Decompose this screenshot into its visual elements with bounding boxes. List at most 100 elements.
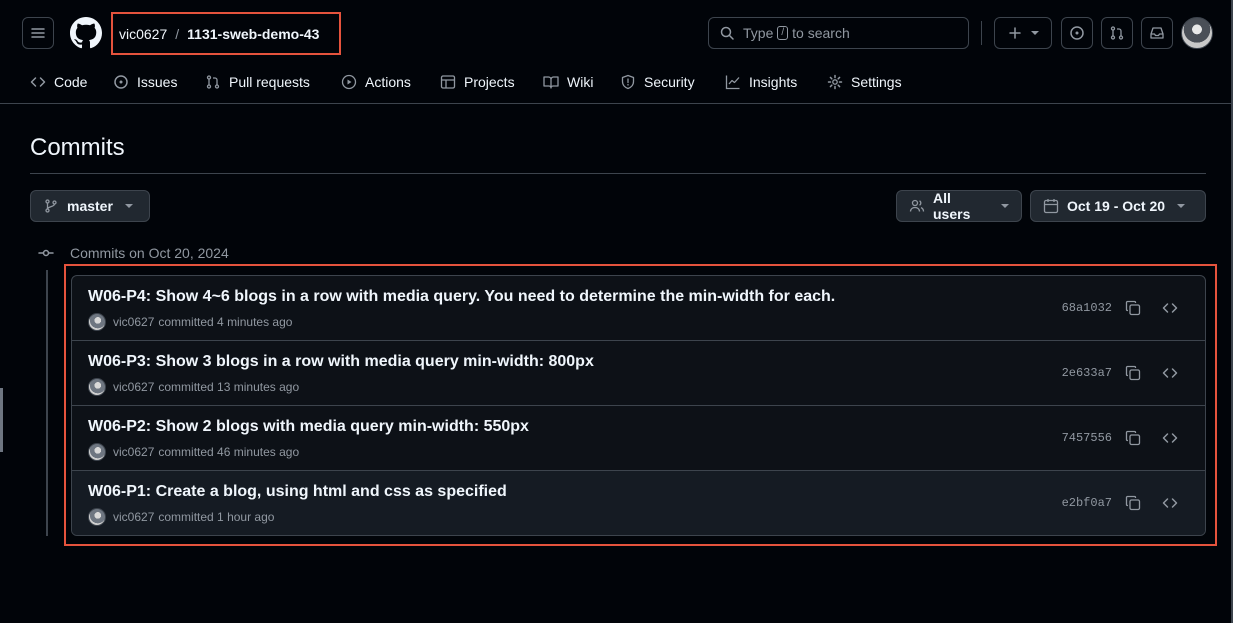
- code-icon: [1162, 498, 1178, 508]
- repo-nav: Code Issues Pull requests Actions Projec…: [0, 64, 1233, 104]
- tab-pull-requests[interactable]: Pull requests: [205, 72, 310, 92]
- copy-sha-button[interactable]: [1123, 363, 1143, 383]
- commit-meta: vic0627 committed 4 minutes ago: [88, 313, 292, 331]
- code-icon: [1162, 433, 1178, 443]
- copy-sha-button[interactable]: [1123, 493, 1143, 513]
- copy-sha-button[interactable]: [1123, 298, 1143, 318]
- scrollbar-handle[interactable]: [0, 388, 3, 452]
- chevron-down-icon: [1177, 204, 1186, 208]
- pull-request-icon: [206, 75, 220, 89]
- code-icon: [1162, 368, 1178, 378]
- title-divider: [30, 173, 1206, 174]
- play-icon: [341, 74, 357, 90]
- github-mark-icon: [70, 17, 102, 49]
- commit-group-date: Commits on Oct 20, 2024: [70, 245, 229, 261]
- commit-message-link[interactable]: W06-P2: Show 2 blogs with media query mi…: [88, 418, 529, 436]
- commit-meta: vic0627 committed 1 hour ago: [88, 508, 274, 526]
- hamburger-icon: [31, 28, 45, 38]
- commit-list: W06-P4: Show 4~6 blogs in a row with med…: [71, 275, 1206, 536]
- code-icon: [30, 77, 46, 87]
- tab-actions-label: Actions: [365, 74, 411, 90]
- graph-icon: [725, 75, 740, 90]
- github-logo[interactable]: [70, 17, 102, 49]
- browse-repo-button[interactable]: [1160, 363, 1180, 383]
- tab-security[interactable]: Security: [620, 72, 695, 92]
- commit-icon: [38, 249, 54, 257]
- commit-group-heading: Commits on Oct 20, 2024: [38, 244, 229, 262]
- branch-select-label: master: [67, 198, 113, 214]
- browse-repo-button[interactable]: [1160, 298, 1180, 318]
- browse-repo-button[interactable]: [1160, 428, 1180, 448]
- code-icon: [1162, 303, 1178, 313]
- branch-select-button[interactable]: master: [30, 190, 150, 222]
- author-avatar[interactable]: [88, 378, 106, 396]
- issue-icon: [1070, 26, 1084, 40]
- tab-code-label: Code: [54, 74, 88, 90]
- pull-requests-button[interactable]: [1101, 17, 1133, 49]
- commit-sha-link[interactable]: e2bf0a7: [1062, 496, 1112, 510]
- shield-icon: [621, 74, 635, 90]
- issues-button[interactable]: [1061, 17, 1093, 49]
- date-filter-label: Oct 19 - Oct 20: [1067, 198, 1166, 214]
- copy-icon: [1125, 430, 1141, 446]
- commit-row: W06-P3: Show 3 blogs in a row with media…: [72, 341, 1205, 406]
- commit-row: W06-P2: Show 2 blogs with media query mi…: [72, 406, 1205, 471]
- pull-request-icon: [1110, 26, 1124, 40]
- user-filter-button[interactable]: All users: [896, 190, 1022, 222]
- table-icon: [440, 75, 456, 89]
- tab-wiki-label: Wiki: [567, 74, 594, 90]
- tab-wiki[interactable]: Wiki: [543, 72, 593, 92]
- copy-icon: [1125, 365, 1141, 381]
- commit-author-link[interactable]: vic0627: [113, 510, 154, 524]
- author-avatar[interactable]: [88, 508, 106, 526]
- commit-message-link[interactable]: W06-P3: Show 3 blogs in a row with media…: [88, 353, 594, 371]
- user-avatar[interactable]: [1181, 17, 1213, 49]
- repo-owner-link[interactable]: vic0627: [119, 26, 167, 42]
- tab-issues[interactable]: Issues: [113, 72, 177, 92]
- commit-author-link[interactable]: vic0627: [113, 380, 154, 394]
- tab-insights[interactable]: Insights: [725, 72, 797, 92]
- issue-icon: [114, 75, 128, 89]
- commit-sha-link[interactable]: 2e633a7: [1062, 366, 1112, 380]
- search-suffix: to search: [792, 25, 850, 41]
- copy-icon: [1125, 495, 1141, 511]
- chevron-down-icon: [1001, 204, 1009, 208]
- commit-author-link[interactable]: vic0627: [113, 315, 154, 329]
- commit-message-link[interactable]: W06-P1: Create a blog, using html and cs…: [88, 483, 507, 501]
- menu-button[interactable]: [22, 17, 54, 49]
- calendar-icon: [1043, 199, 1059, 214]
- copy-sha-button[interactable]: [1123, 428, 1143, 448]
- author-avatar[interactable]: [88, 313, 106, 331]
- author-avatar[interactable]: [88, 443, 106, 461]
- commit-row: W06-P4: Show 4~6 blogs in a row with med…: [72, 276, 1205, 341]
- create-new-button[interactable]: [994, 17, 1052, 49]
- inbox-button[interactable]: [1141, 17, 1173, 49]
- header-divider: [981, 21, 982, 45]
- chevron-down-icon: [1031, 31, 1039, 35]
- commit-author-link[interactable]: vic0627: [113, 445, 154, 459]
- commit-sha-link[interactable]: 7457556: [1062, 431, 1112, 445]
- people-icon: [909, 199, 925, 212]
- breadcrumb-separator: /: [175, 25, 180, 42]
- tab-code[interactable]: Code: [30, 72, 87, 92]
- tab-settings[interactable]: Settings: [827, 72, 902, 92]
- commit-message-link[interactable]: W06-P4: Show 4~6 blogs in a row with med…: [88, 288, 835, 306]
- date-filter-button[interactable]: Oct 19 - Oct 20: [1030, 190, 1206, 222]
- repo-name-link[interactable]: 1131-sweb-demo-43: [187, 26, 319, 42]
- repo-breadcrumb: vic0627 / 1131-sweb-demo-43: [111, 12, 341, 55]
- inbox-icon: [1150, 27, 1164, 39]
- tab-projects[interactable]: Projects: [440, 72, 515, 92]
- copy-icon: [1125, 300, 1141, 316]
- tab-actions[interactable]: Actions: [341, 72, 411, 92]
- search-input[interactable]: Type / to search: [708, 17, 969, 49]
- tab-projects-label: Projects: [464, 74, 515, 90]
- timeline-line: [46, 270, 48, 536]
- commit-sha-link[interactable]: 68a1032: [1062, 301, 1112, 315]
- search-shortcut-key: /: [777, 26, 789, 40]
- branch-icon: [45, 199, 57, 213]
- commit-row: W06-P1: Create a blog, using html and cs…: [72, 471, 1205, 535]
- commit-meta: vic0627 committed 46 minutes ago: [88, 443, 299, 461]
- tab-settings-label: Settings: [851, 74, 902, 90]
- global-header: vic0627 / 1131-sweb-demo-43 Type / to se…: [0, 0, 1233, 64]
- browse-repo-button[interactable]: [1160, 493, 1180, 513]
